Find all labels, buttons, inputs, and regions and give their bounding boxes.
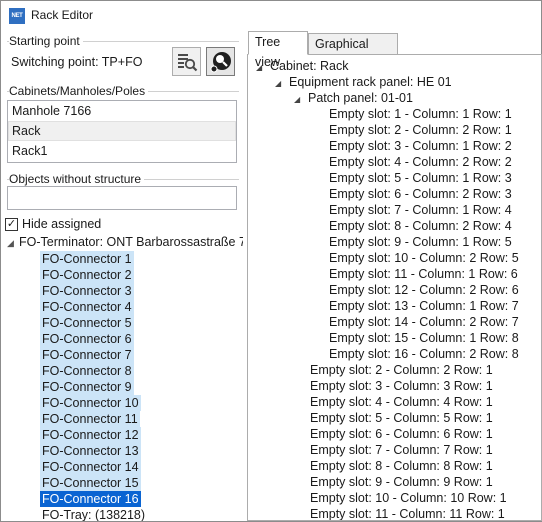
tree-node-connector[interactable]: FO-Connector 7: [40, 347, 134, 363]
tree-node-slot[interactable]: Empty slot: 5 - Column: 1 Row: 3: [329, 170, 512, 186]
tree-node-slot[interactable]: Empty slot: 10 - Column: 2 Row: 5: [329, 250, 519, 266]
tree-node-connector[interactable]: FO-Connector 5: [40, 315, 134, 331]
right-panel: Tree view Graphical view ◢Cabinet: Rack …: [247, 31, 542, 521]
cabinets-label: Cabinets/Manholes/Poles: [9, 84, 149, 98]
tree-node-rack-slot[interactable]: Empty slot: 7 - Column: 7 Row: 1: [310, 442, 493, 458]
tree-node-slot[interactable]: Empty slot: 2 - Column: 2 Row: 1: [329, 122, 512, 138]
tree-node-rack-slot[interactable]: Empty slot: 2 - Column: 2 Row: 1: [310, 362, 493, 378]
patch-panel-label: Patch panel: 01-01: [308, 91, 413, 105]
hide-assigned-row[interactable]: ✓ Hide assigned: [5, 217, 101, 231]
rack-tree: ◢Cabinet: Rack ◢Equipment rack panel: HE…: [248, 55, 541, 520]
tree-node-connector[interactable]: FO-Connector 1: [40, 251, 134, 267]
objects-without-structure-field[interactable]: [7, 186, 237, 210]
tree-node-rack-slot[interactable]: Empty slot: 9 - Column: 9 Row: 1: [310, 474, 493, 490]
tree-node-slot[interactable]: Empty slot: 3 - Column: 1 Row: 2: [329, 138, 512, 154]
cabinets-list[interactable]: Manhole 7166 Rack Rack1: [7, 100, 237, 163]
tree-node-rack-slot[interactable]: Empty slot: 4 - Column: 4 Row: 1: [310, 394, 493, 410]
tree-node-rack-slot[interactable]: Empty slot: 11 - Column: 11 Row: 1: [310, 506, 505, 520]
tree-node-connector[interactable]: FO-Connector 14: [40, 459, 141, 475]
tree-node-slot[interactable]: Empty slot: 1 - Column: 1 Row: 1: [329, 106, 512, 122]
list-item[interactable]: Manhole 7166: [8, 101, 236, 121]
tree-node-rack-slot[interactable]: Empty slot: 8 - Column: 8 Row: 1: [310, 458, 493, 474]
tree-node-connector[interactable]: FO-Connector 11: [40, 411, 140, 427]
app-icon: NET: [9, 8, 25, 24]
equipment-label: Equipment rack panel: HE 01: [289, 75, 452, 89]
collapse-arrow-icon[interactable]: ◢: [275, 76, 289, 92]
tree-node-slot[interactable]: Empty slot: 6 - Column: 2 Row: 3: [329, 186, 512, 202]
tree-node-slot[interactable]: Empty slot: 14 - Column: 2 Row: 7: [329, 314, 519, 330]
list-item[interactable]: Rack1: [8, 141, 236, 161]
tree-node-connector[interactable]: FO-Connector 6: [40, 331, 134, 347]
tree-node-slot[interactable]: Empty slot: 9 - Column: 1 Row: 5: [329, 234, 512, 250]
tree-node-slot[interactable]: Empty slot: 11 - Column: 1 Row: 6: [329, 266, 518, 282]
list-item[interactable]: Rack: [8, 121, 236, 141]
connector-tree: ◢ FO-Terminator: ONT Barbarossastraße 73 …: [1, 233, 243, 521]
collapse-arrow-icon[interactable]: ◢: [294, 92, 308, 108]
checkmark-icon: ✓: [6, 217, 17, 230]
tree-node-connector[interactable]: FO-Connector 10: [40, 395, 141, 411]
tree-node-slot[interactable]: Empty slot: 13 - Column: 1 Row: 7: [329, 298, 519, 314]
starting-point-label: Starting point: [9, 34, 83, 48]
tree-node-connector[interactable]: FO-Connector 12: [40, 427, 141, 443]
search-list-icon: [177, 53, 197, 71]
tree-node-equipment[interactable]: ◢ Equipment rack panel: HE 01: [275, 74, 452, 90]
tree-node-rack-slot[interactable]: Empty slot: 5 - Column: 5 Row: 1: [310, 410, 493, 426]
tree-node-rack-slot[interactable]: Empty slot: 3 - Column: 3 Row: 1: [310, 378, 493, 394]
tree-node-slot[interactable]: Empty slot: 7 - Column: 1 Row: 4: [329, 202, 512, 218]
find-objects-button[interactable]: [206, 47, 235, 76]
tree-node-connector-selected[interactable]: FO-Connector 16: [40, 491, 141, 507]
hide-assigned-checkbox[interactable]: ✓: [5, 217, 18, 231]
left-panel: Starting point Switching point: TP+FO Ca…: [1, 31, 243, 521]
tree-node-connector[interactable]: FO-Connector 4: [40, 299, 134, 315]
tree-node-terminator[interactable]: ◢ FO-Terminator: ONT Barbarossastraße 73: [7, 235, 243, 249]
collapse-arrow-icon[interactable]: ◢: [7, 238, 19, 249]
title-bar: NET Rack Editor: [1, 1, 541, 31]
tree-node-connector[interactable]: FO-Connector 8: [40, 363, 134, 379]
tab-tree-view[interactable]: Tree view: [248, 31, 308, 69]
rack-editor-window: NET Rack Editor Starting point Switching…: [0, 0, 542, 522]
tree-node-connector[interactable]: FO-Connector 3: [40, 283, 134, 299]
cabinet-label: Cabinet: Rack: [270, 59, 349, 73]
tree-view-panel: ◢Cabinet: Rack ◢Equipment rack panel: HE…: [247, 54, 542, 521]
tree-node-connector[interactable]: FO-Connector 15: [40, 475, 141, 491]
tree-node-slot[interactable]: Empty slot: 16 - Column: 2 Row: 8: [329, 346, 519, 362]
tree-node-tray[interactable]: FO-Tray: (138218): [40, 507, 147, 521]
tree-node-connector[interactable]: FO-Connector 2: [40, 267, 134, 283]
find-objects-icon: [210, 51, 231, 72]
window-title: Rack Editor: [31, 8, 94, 22]
tree-node-slot[interactable]: Empty slot: 12 - Column: 2 Row: 6: [329, 282, 519, 298]
search-list-button[interactable]: [172, 47, 201, 76]
switching-point-label: Switching point: TP+FO: [11, 55, 143, 69]
tab-graphical-view[interactable]: Graphical view: [308, 33, 398, 71]
tree-node-connector[interactable]: FO-Connector 9: [40, 379, 134, 395]
tree-node-patch-panel[interactable]: ◢ Patch panel: 01-01: [294, 90, 413, 106]
tree-node-rack-slot[interactable]: Empty slot: 6 - Column: 6 Row: 1: [310, 426, 493, 442]
terminator-label: FO-Terminator: ONT Barbarossastraße 73: [19, 235, 243, 249]
tree-node-slot[interactable]: Empty slot: 8 - Column: 2 Row: 4: [329, 218, 512, 234]
objects-without-structure-label: Objects without structure: [9, 172, 145, 186]
hide-assigned-label: Hide assigned: [22, 217, 102, 231]
tree-node-slot[interactable]: Empty slot: 15 - Column: 1 Row: 8: [329, 330, 519, 346]
tree-node-connector[interactable]: FO-Connector 13: [40, 443, 141, 459]
tree-node-rack-slot[interactable]: Empty slot: 10 - Column: 10 Row: 1: [310, 490, 507, 506]
tree-node-slot[interactable]: Empty slot: 4 - Column: 2 Row: 2: [329, 154, 512, 170]
